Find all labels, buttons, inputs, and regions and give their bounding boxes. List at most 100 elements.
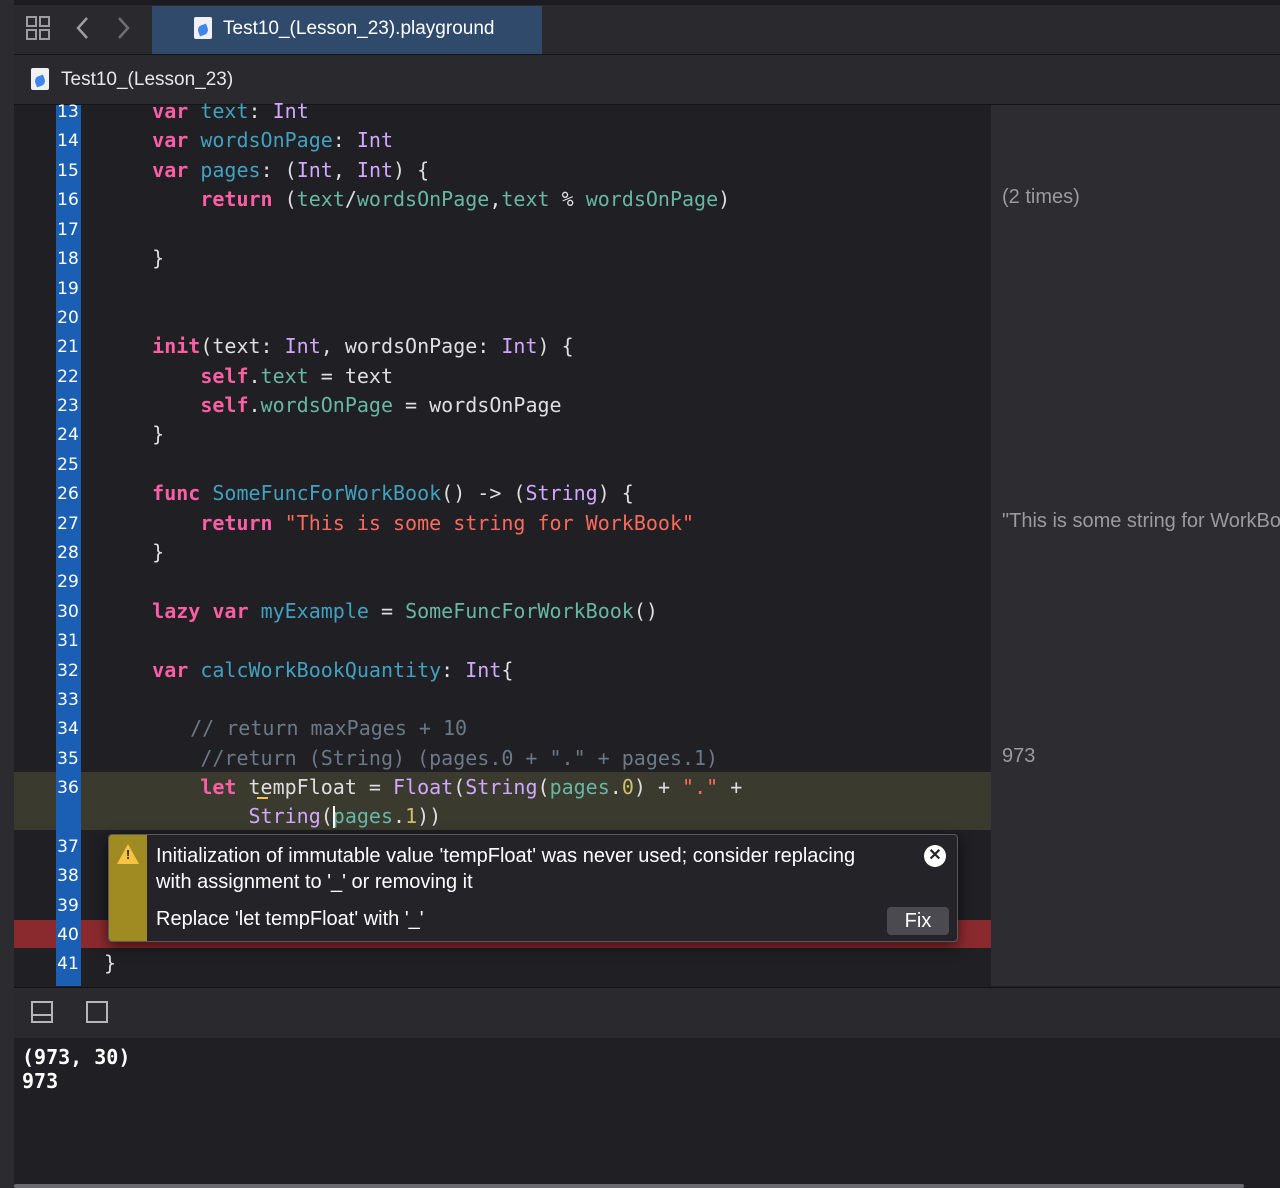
code-token: pages <box>332 804 394 828</box>
code-token: Int <box>296 158 333 182</box>
code-token: wordsOnPage <box>585 187 719 211</box>
forward-arrow-icon[interactable] <box>114 16 132 40</box>
debug-toolbar <box>14 987 1280 1039</box>
code-token: wordsOnPage <box>356 187 490 211</box>
code-token: wordsOnPage <box>200 128 333 152</box>
code-token: self <box>200 393 249 417</box>
grid-icon[interactable] <box>26 16 50 40</box>
line-number: 41 <box>57 954 79 974</box>
code-line[interactable]: } <box>104 246 164 270</box>
code-token: var <box>152 99 189 123</box>
line-number: 32 <box>57 661 79 681</box>
breadcrumb-file[interactable]: Test10_(Lesson_23) <box>61 69 233 91</box>
line-number: 40 <box>57 925 79 945</box>
code-token: text <box>260 364 309 388</box>
code-token: wordsOnPage <box>260 393 393 417</box>
code-line[interactable]: return "This is some string for WorkBook… <box>104 511 694 535</box>
code-line[interactable]: let tempFloat = Float(String(pages.0) + … <box>104 775 742 799</box>
code-token: . <box>248 393 261 417</box>
code-token: calcWorkBookQuantity <box>200 658 442 682</box>
tab-title: Test10_(Lesson_23).playground <box>223 18 495 39</box>
warning-icon-mark: ! <box>125 847 131 862</box>
line-number: 16 <box>57 190 79 210</box>
code-token: var <box>152 128 189 152</box>
console-toggle-icon[interactable] <box>86 1001 108 1023</box>
hide-debug-area-icon[interactable] <box>31 1001 53 1023</box>
code-line[interactable]: return (text/wordsOnPage,text % wordsOnP… <box>104 187 730 211</box>
line-number: 21 <box>57 337 79 357</box>
warning-underline <box>257 797 268 799</box>
code-token: return <box>200 511 273 535</box>
code-token: "." <box>682 775 719 799</box>
code-token: )) <box>417 804 442 828</box>
console-area[interactable] <box>14 1038 1280 1188</box>
result-line-27[interactable]: "This is some string for WorkBook" <box>1002 510 1280 533</box>
code-line[interactable]: var text: Int <box>104 99 309 123</box>
line-number: 17 <box>57 220 79 240</box>
code-line[interactable]: } <box>104 422 164 446</box>
code-line[interactable]: self.wordsOnPage = wordsOnPage <box>104 393 561 417</box>
code-token: . <box>609 775 622 799</box>
code-token: text <box>200 99 249 123</box>
line-number: 31 <box>57 631 79 651</box>
code-line[interactable]: } <box>104 951 116 975</box>
line-number: 33 <box>57 690 79 710</box>
code-token: 1 <box>405 804 418 828</box>
code-line[interactable]: String(pages.1)) <box>104 804 442 828</box>
code-line[interactable]: func SomeFuncForWorkBook() -> (String) { <box>104 481 634 505</box>
code-line[interactable]: // return maxPages + 10 <box>154 716 467 740</box>
code-token: , <box>489 187 502 211</box>
line-number: 18 <box>57 249 79 269</box>
code-token: var <box>212 599 249 623</box>
code-token: } <box>104 540 165 564</box>
tab-bar-top-edge <box>14 0 1280 5</box>
code-token: //return (String) (pages.0 + "." + pages… <box>104 746 719 770</box>
code-token: pages <box>549 775 610 799</box>
code-token: = <box>368 599 406 623</box>
code-token: Int <box>272 99 309 123</box>
code-token: (text: <box>200 334 285 358</box>
code-token: text <box>296 187 345 211</box>
result-line-16[interactable]: (2 times) <box>1002 186 1080 209</box>
code-token: ) { <box>597 481 634 505</box>
code-line[interactable]: var calcWorkBookQuantity: Int{ <box>104 658 513 682</box>
swift-file-icon <box>194 17 212 39</box>
back-arrow-icon[interactable] <box>74 16 92 40</box>
code-line[interactable]: init(text: Int, wordsOnPage: Int) { <box>104 334 573 358</box>
code-line[interactable]: lazy var myExample = SomeFuncForWorkBook… <box>104 599 658 623</box>
code-token: tempFloat = <box>236 775 393 799</box>
console-scrollbar[interactable] <box>14 1184 1244 1188</box>
code-token: init <box>152 334 201 358</box>
results-sidebar <box>991 105 1280 986</box>
result-line-35[interactable]: 973 <box>1002 745 1035 768</box>
code-token: func <box>152 481 201 505</box>
code-token: ( <box>453 775 466 799</box>
close-icon[interactable]: ✕ <box>924 845 946 867</box>
code-token: Int <box>465 658 502 682</box>
code-token: lazy <box>152 599 201 623</box>
code-token: Float <box>393 775 454 799</box>
code-token: Int <box>356 158 394 182</box>
fix-button[interactable]: Fix <box>887 907 949 935</box>
line-number: 26 <box>57 484 79 504</box>
code-line[interactable]: self.text = text <box>104 364 393 388</box>
console-output: (973, 30) 973 <box>22 1045 131 1093</box>
code-line[interactable]: var pages: (Int, Int) { <box>104 158 429 182</box>
code-line[interactable]: //return (String) (pages.0 + "." + pages… <box>104 746 718 770</box>
code-line[interactable]: var wordsOnPage: Int <box>104 128 393 152</box>
text-cursor <box>333 806 335 828</box>
line-number: 39 <box>57 896 79 916</box>
code-token: self <box>200 364 249 388</box>
code-line[interactable]: } <box>104 540 164 564</box>
